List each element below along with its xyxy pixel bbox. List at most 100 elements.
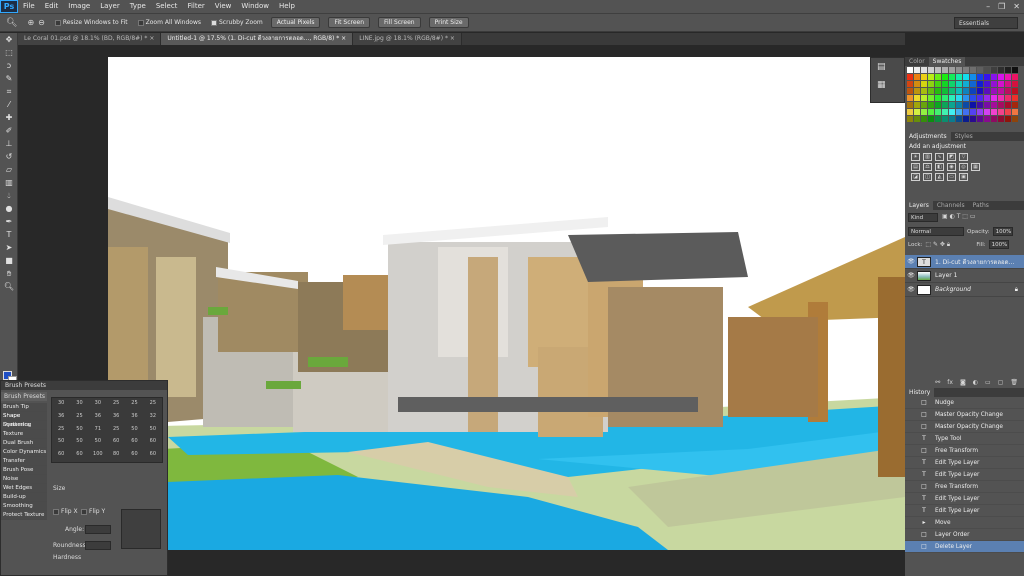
- adjust-layer-icon[interactable]: ◐: [973, 379, 978, 386]
- color-swatch[interactable]: [935, 67, 941, 73]
- menu-filter[interactable]: Filter: [182, 0, 209, 13]
- color-swatch[interactable]: [942, 109, 948, 115]
- color-swatch[interactable]: [998, 95, 1004, 101]
- color-swatch[interactable]: [970, 102, 976, 108]
- tab-line-jpg[interactable]: LINE.jpg @ 18.1% (RGB/8#) * ×: [353, 33, 462, 45]
- menu-type[interactable]: Type: [125, 0, 151, 13]
- document-canvas[interactable]: [108, 57, 905, 550]
- brush-option-item[interactable]: Transfer: [1, 457, 47, 466]
- color-swatch[interactable]: [907, 102, 913, 108]
- color-swatch[interactable]: [935, 74, 941, 80]
- pen-tool-icon[interactable]: ✒: [0, 215, 18, 228]
- brush-tip[interactable]: 25: [107, 424, 125, 437]
- eyedropper-tool-icon[interactable]: ⁄: [0, 98, 18, 111]
- tab-adjustments[interactable]: Adjustments: [905, 132, 951, 141]
- tab-paths[interactable]: Paths: [969, 201, 993, 210]
- color-swatch[interactable]: [1005, 88, 1011, 94]
- color-swatch[interactable]: [949, 109, 955, 115]
- color-swatch[interactable]: [998, 67, 1004, 73]
- gradient-map-icon[interactable]: ▭: [947, 173, 956, 181]
- history-item[interactable]: T Edit Type Layer: [905, 457, 1024, 469]
- color-swatch[interactable]: [984, 102, 990, 108]
- brush-tip[interactable]: 60: [144, 449, 162, 462]
- color-swatch[interactable]: [914, 74, 920, 80]
- color-swatch[interactable]: [1005, 109, 1011, 115]
- color-swatch[interactable]: [998, 109, 1004, 115]
- brush-option-item[interactable]: Scattering: [1, 421, 47, 430]
- quick-select-tool-icon[interactable]: ✎: [0, 72, 18, 85]
- scrubby-zoom-checkbox[interactable]: Scrubby Zoom: [210, 19, 263, 26]
- history-item[interactable]: □ Layer Order: [905, 529, 1024, 541]
- crop-tool-icon[interactable]: ⌗: [0, 85, 18, 98]
- color-swatch[interactable]: [942, 81, 948, 87]
- color-swatch[interactable]: [998, 102, 1004, 108]
- brush-option-item[interactable]: Texture: [1, 430, 47, 439]
- color-swatch[interactable]: [928, 116, 934, 122]
- tab-channels[interactable]: Channels: [933, 201, 969, 210]
- color-swatch[interactable]: [963, 88, 969, 94]
- menu-window[interactable]: Window: [236, 0, 274, 13]
- blend-mode-select[interactable]: Normal: [908, 227, 964, 236]
- color-swatch[interactable]: [991, 116, 997, 122]
- color-swatch[interactable]: [942, 95, 948, 101]
- brush-option-item[interactable]: Brush Pose: [1, 466, 47, 475]
- color-swatch[interactable]: [984, 95, 990, 101]
- color-swatch[interactable]: [977, 88, 983, 94]
- color-swatch[interactable]: [977, 102, 983, 108]
- color-swatch[interactable]: [907, 95, 913, 101]
- type-tool-icon[interactable]: T: [0, 228, 18, 241]
- color-swatch[interactable]: [991, 74, 997, 80]
- color-swatch[interactable]: [942, 88, 948, 94]
- selective-color-icon[interactable]: ▣: [959, 173, 968, 181]
- menu-edit[interactable]: Edit: [40, 0, 64, 13]
- gradient-tool-icon[interactable]: ▥: [0, 176, 18, 189]
- invert-icon[interactable]: ◪: [911, 173, 920, 181]
- brush-tip[interactable]: 80: [107, 449, 125, 462]
- color-swatch[interactable]: [928, 102, 934, 108]
- color-lookup-icon[interactable]: ▦: [971, 163, 980, 171]
- color-swatch[interactable]: [942, 74, 948, 80]
- brush-tip[interactable]: 25: [107, 398, 125, 411]
- hue-saturation-icon[interactable]: ▤: [911, 163, 920, 171]
- visibility-eye-icon[interactable]: 👁︎: [905, 286, 917, 293]
- mask-icon[interactable]: ◙: [960, 379, 966, 386]
- color-swatch[interactable]: [1012, 74, 1018, 80]
- fill-screen-button[interactable]: Fill Screen: [378, 17, 421, 28]
- color-swatch[interactable]: [977, 67, 983, 73]
- color-swatch[interactable]: [914, 95, 920, 101]
- channel-mixer-icon[interactable]: ◎: [959, 163, 968, 171]
- trash-icon[interactable]: 🗑︎: [1010, 379, 1018, 386]
- brush-option-item[interactable]: Build-up: [1, 493, 47, 502]
- color-swatch[interactable]: [1012, 116, 1018, 122]
- color-swatch[interactable]: [1012, 109, 1018, 115]
- color-swatch[interactable]: [914, 81, 920, 87]
- brush-tip[interactable]: 50: [52, 436, 70, 449]
- color-swatch[interactable]: [928, 95, 934, 101]
- color-swatch[interactable]: [949, 81, 955, 87]
- color-swatch[interactable]: [991, 95, 997, 101]
- history-item[interactable]: □ Master Opacity Change: [905, 409, 1024, 421]
- minimize-button[interactable]: –: [986, 0, 990, 13]
- eraser-tool-icon[interactable]: ▱: [0, 163, 18, 176]
- color-swatch[interactable]: [977, 74, 983, 80]
- color-swatch[interactable]: [949, 74, 955, 80]
- color-swatch[interactable]: [921, 102, 927, 108]
- filter-pixel-icon[interactable]: ▣ ◐ T ⬚ ▭: [942, 213, 976, 222]
- color-swatch[interactable]: [963, 102, 969, 108]
- color-swatch[interactable]: [921, 88, 927, 94]
- brush-tip[interactable]: 50: [144, 424, 162, 437]
- color-swatch[interactable]: [963, 81, 969, 87]
- maximize-button[interactable]: ❐: [998, 0, 1005, 13]
- color-swatch[interactable]: [956, 102, 962, 108]
- brush-tip[interactable]: 60: [70, 449, 88, 462]
- color-swatch[interactable]: [977, 95, 983, 101]
- brush-tip[interactable]: 60: [52, 449, 70, 462]
- color-swatch[interactable]: [928, 74, 934, 80]
- navigator-panel-icon[interactable]: ▤: [871, 58, 904, 76]
- color-swatch[interactable]: [1012, 95, 1018, 101]
- history-item[interactable]: □ Free Transform: [905, 481, 1024, 493]
- color-swatch[interactable]: [921, 81, 927, 87]
- lock-icons[interactable]: ⬚ ✎ ✥ 🔒︎: [925, 241, 973, 249]
- posterize-icon[interactable]: ◫: [923, 173, 932, 181]
- color-swatch[interactable]: [935, 116, 941, 122]
